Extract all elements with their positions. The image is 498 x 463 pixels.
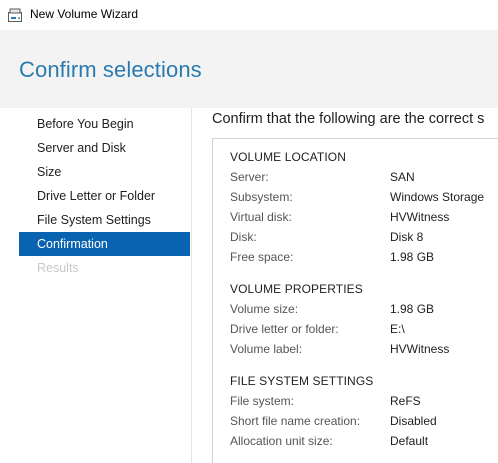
row-label: File system: (230, 394, 295, 408)
row-value: Disk 8 (390, 230, 424, 244)
row-value: HVWitness (390, 210, 450, 224)
row-value: Windows Storage (390, 190, 485, 204)
wizard-content: Before You Begin Server and Disk Size Dr… (0, 108, 498, 463)
row-label: Subsystem: (230, 190, 293, 204)
window-title: New Volume Wizard (30, 7, 139, 21)
nav-item-drive-letter-or-folder[interactable]: Drive Letter or Folder (19, 184, 190, 208)
wizard-steps-nav: Before You Begin Server and Disk Size Dr… (19, 112, 190, 280)
summary-row: Subsystem: Windows Storage (230, 190, 498, 210)
nav-item-size[interactable]: Size (19, 160, 190, 184)
row-label: Server: (230, 170, 269, 184)
row-label: Free space: (230, 250, 294, 264)
section-heading-volume-properties: VOLUME PROPERTIES (230, 282, 363, 296)
summary-row: Allocation unit size: Default (230, 434, 498, 454)
nav-item-file-system-settings[interactable]: File System Settings (19, 208, 190, 232)
nav-item-server-and-disk[interactable]: Server and Disk (19, 136, 190, 160)
row-label: Virtual disk: (230, 210, 292, 224)
row-value: 1.98 GB (390, 250, 435, 264)
title-bar: New Volume Wizard (0, 0, 498, 30)
row-label: Volume label: (230, 342, 303, 356)
summary-row: Drive letter or folder: E:\ (230, 322, 498, 342)
row-value: E:\ (390, 322, 405, 336)
row-label: Short file name creation: (230, 414, 361, 428)
row-value: 1.98 GB (390, 302, 435, 316)
page-title: Confirm selections (19, 57, 202, 82)
summary-row: Disk: Disk 8 (230, 230, 498, 250)
wizard-header: Confirm selections (0, 30, 498, 108)
main-panel: Confirm that the following are the corre… (212, 108, 498, 463)
summary-row: Free space: 1.98 GB (230, 250, 498, 270)
summary-row: Volume size: 1.98 GB (230, 302, 498, 322)
summary-row: Server: SAN (230, 170, 498, 190)
row-value: HVWitness (390, 342, 450, 356)
row-value: SAN (390, 170, 415, 184)
nav-item-confirmation[interactable]: Confirmation (19, 232, 190, 256)
row-value: ReFS (390, 394, 421, 408)
nav-divider (191, 108, 192, 463)
instruction-text: Confirm that the following are the corre… (212, 111, 485, 127)
summary-row: Volume label: HVWitness (230, 342, 498, 362)
nav-item-results: Results (37, 261, 79, 275)
disk-icon (7, 7, 23, 23)
row-label: Allocation unit size: (230, 434, 333, 448)
row-value: Disabled (390, 414, 437, 428)
row-label: Volume size: (230, 302, 299, 316)
row-label: Drive letter or folder: (230, 322, 339, 336)
section-heading-file-system-settings: FILE SYSTEM SETTINGS (230, 374, 374, 388)
summary-row: Short file name creation: Disabled (230, 414, 498, 434)
nav-item-before-you-begin[interactable]: Before You Begin (19, 112, 190, 136)
confirmation-summary: VOLUME LOCATION Server: SAN Subsystem: W… (212, 138, 498, 463)
summary-row: Virtual disk: HVWitness (230, 210, 498, 230)
summary-row: File system: ReFS (230, 394, 498, 414)
row-label: Disk: (230, 230, 257, 244)
row-value: Default (390, 434, 429, 448)
section-heading-volume-location: VOLUME LOCATION (230, 150, 346, 164)
